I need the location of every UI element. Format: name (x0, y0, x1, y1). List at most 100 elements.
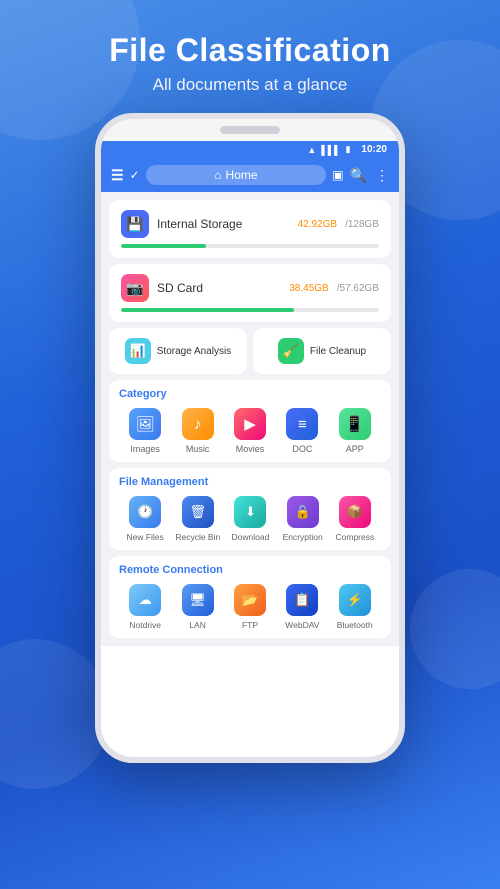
doc-label: DOC (292, 444, 312, 454)
notdrive-item[interactable]: ☁ Notdrive (123, 584, 167, 630)
internal-storage-name: Internal Storage (157, 217, 290, 231)
app-bar: ☰ ✓ ⌂ Home ▣ 🔍 ⋮ (101, 158, 399, 192)
notdrive-label: Notdrive (129, 620, 161, 630)
sd-card-name: SD Card (157, 281, 281, 295)
signal-icon: ▌▌▌ (321, 145, 340, 155)
compress-label: Compress (336, 532, 375, 542)
compress-item[interactable]: 📦 Compress (333, 496, 377, 542)
status-bar: ▲ ▌▌▌ ▮ 10:20 (101, 141, 399, 158)
check-icon[interactable]: ✓ (130, 168, 140, 182)
sd-card-header: 📷 SD Card 38.45GB /57.62GB (121, 274, 379, 302)
header-section: File Classification All documents at a g… (109, 0, 391, 95)
sd-card-icon: 📷 (121, 274, 149, 302)
category-images[interactable]: 🖼 Images (123, 408, 167, 454)
encryption-item[interactable]: 🔒 Encryption (281, 496, 325, 542)
remote-connection-title: Remote Connection (119, 564, 381, 576)
app-icon: 📱 (339, 408, 371, 440)
category-section: Category 🖼 Images ♪ Music ▶ Movies (109, 380, 391, 462)
lan-label: LAN (189, 620, 206, 630)
doc-icon: ≡ (286, 408, 318, 440)
recycle-bin-label: Recycle Bin (175, 532, 220, 542)
compress-icon: 📦 (339, 496, 371, 528)
storage-analysis-label: Storage Analysis (157, 346, 232, 357)
sd-progress-fill (121, 308, 294, 312)
phone-top-bar (101, 119, 399, 141)
download-icon: ⬇ (234, 496, 266, 528)
phone-mockup: ▲ ▌▌▌ ▮ 10:20 ☰ ✓ ⌂ Home ▣ 🔍 ⋮ 💾 (95, 113, 405, 763)
internal-storage-used: 42.92GB (298, 219, 337, 230)
file-management-section: File Management 🕐 New Files 🗑 Recycle Bi… (109, 468, 391, 550)
storage-analysis-icon: 📊 (125, 338, 151, 364)
file-cleanup-label: File Cleanup (310, 346, 366, 357)
main-subtitle: All documents at a glance (109, 75, 391, 95)
internal-storage-total: /128GB (345, 219, 379, 230)
file-management-title: File Management (119, 476, 381, 488)
internal-storage-header: 💾 Internal Storage 42.92GB /128GB (121, 210, 379, 238)
webdav-icon: 📋 (286, 584, 318, 616)
status-time: 10:20 (361, 144, 387, 155)
home-button[interactable]: ⌂ Home (146, 165, 327, 185)
remote-connection-section: Remote Connection ☁ Notdrive 🖥 LAN 📂 FTP (109, 556, 391, 638)
home-label: Home (226, 168, 258, 182)
storage-analysis-btn[interactable]: 📊 Storage Analysis (109, 328, 247, 374)
category-music[interactable]: ♪ Music (176, 408, 220, 454)
sd-card-card[interactable]: 📷 SD Card 38.45GB /57.62GB (109, 264, 391, 322)
download-item[interactable]: ⬇ Download (228, 496, 272, 542)
menu-icon[interactable]: ☰ (111, 167, 124, 184)
new-files-icon: 🕐 (129, 496, 161, 528)
phone-notch (220, 126, 280, 134)
encryption-icon: 🔒 (287, 496, 319, 528)
more-icon[interactable]: ⋮ (375, 167, 389, 184)
webdav-label: WebDAV (285, 620, 319, 630)
images-label: Images (130, 444, 160, 454)
app-content: 💾 Internal Storage 42.92GB /128GB 📷 SD C… (101, 192, 399, 646)
category-movies[interactable]: ▶ Movies (228, 408, 272, 454)
app-bar-actions: 🔍 ⋮ (350, 167, 389, 184)
sd-card-total: /57.62GB (337, 283, 379, 294)
music-icon: ♪ (182, 408, 214, 440)
lan-icon: 🖥 (182, 584, 214, 616)
lan-item[interactable]: 🖥 LAN (176, 584, 220, 630)
file-cleanup-icon: 🧹 (278, 338, 304, 364)
movies-icon: ▶ (234, 408, 266, 440)
ftp-item[interactable]: 📂 FTP (228, 584, 272, 630)
category-doc[interactable]: ≡ DOC (280, 408, 324, 454)
ftp-icon: 📂 (234, 584, 266, 616)
quick-actions: 📊 Storage Analysis 🧹 File Cleanup (109, 328, 391, 374)
internal-storage-icon: 💾 (121, 210, 149, 238)
remote-grid: ☁ Notdrive 🖥 LAN 📂 FTP 📋 WebDAV (119, 584, 381, 630)
new-files-item[interactable]: 🕐 New Files (123, 496, 167, 542)
recycle-bin-item[interactable]: 🗑 Recycle Bin (175, 496, 220, 542)
notdrive-icon: ☁ (129, 584, 161, 616)
search-icon[interactable]: 🔍 (350, 167, 367, 184)
ftp-label: FTP (242, 620, 258, 630)
webdav-item[interactable]: 📋 WebDAV (280, 584, 324, 630)
phone-body: ▲ ▌▌▌ ▮ 10:20 ☰ ✓ ⌂ Home ▣ 🔍 ⋮ 💾 (95, 113, 405, 763)
file-management-grid: 🕐 New Files 🗑 Recycle Bin ⬇ Download 🔒 E… (119, 496, 381, 542)
bluetooth-icon: ⚡ (339, 584, 371, 616)
wifi-icon: ▲ (307, 145, 316, 155)
file-cleanup-btn[interactable]: 🧹 File Cleanup (253, 328, 391, 374)
music-label: Music (186, 444, 210, 454)
internal-storage-card[interactable]: 💾 Internal Storage 42.92GB /128GB (109, 200, 391, 258)
encryption-label: Encryption (283, 532, 323, 542)
internal-progress-bg (121, 244, 379, 248)
app-label: APP (346, 444, 364, 454)
sd-progress-bg (121, 308, 379, 312)
bluetooth-item[interactable]: ⚡ Bluetooth (333, 584, 377, 630)
sd-card-used: 38.45GB (289, 283, 328, 294)
category-grid: 🖼 Images ♪ Music ▶ Movies ≡ DOC (119, 408, 381, 454)
bluetooth-label: Bluetooth (337, 620, 373, 630)
category-app[interactable]: 📱 APP (333, 408, 377, 454)
images-icon: 🖼 (129, 408, 161, 440)
recycle-bin-icon: 🗑 (182, 496, 214, 528)
download-label: Download (232, 532, 270, 542)
movies-label: Movies (236, 444, 265, 454)
internal-progress-fill (121, 244, 206, 248)
new-files-label: New Files (126, 532, 163, 542)
category-title: Category (119, 388, 381, 400)
home-icon: ⌂ (214, 168, 221, 182)
edit-icon[interactable]: ▣ (332, 168, 343, 182)
main-title: File Classification (109, 32, 391, 69)
battery-icon: ▮ (345, 144, 350, 155)
